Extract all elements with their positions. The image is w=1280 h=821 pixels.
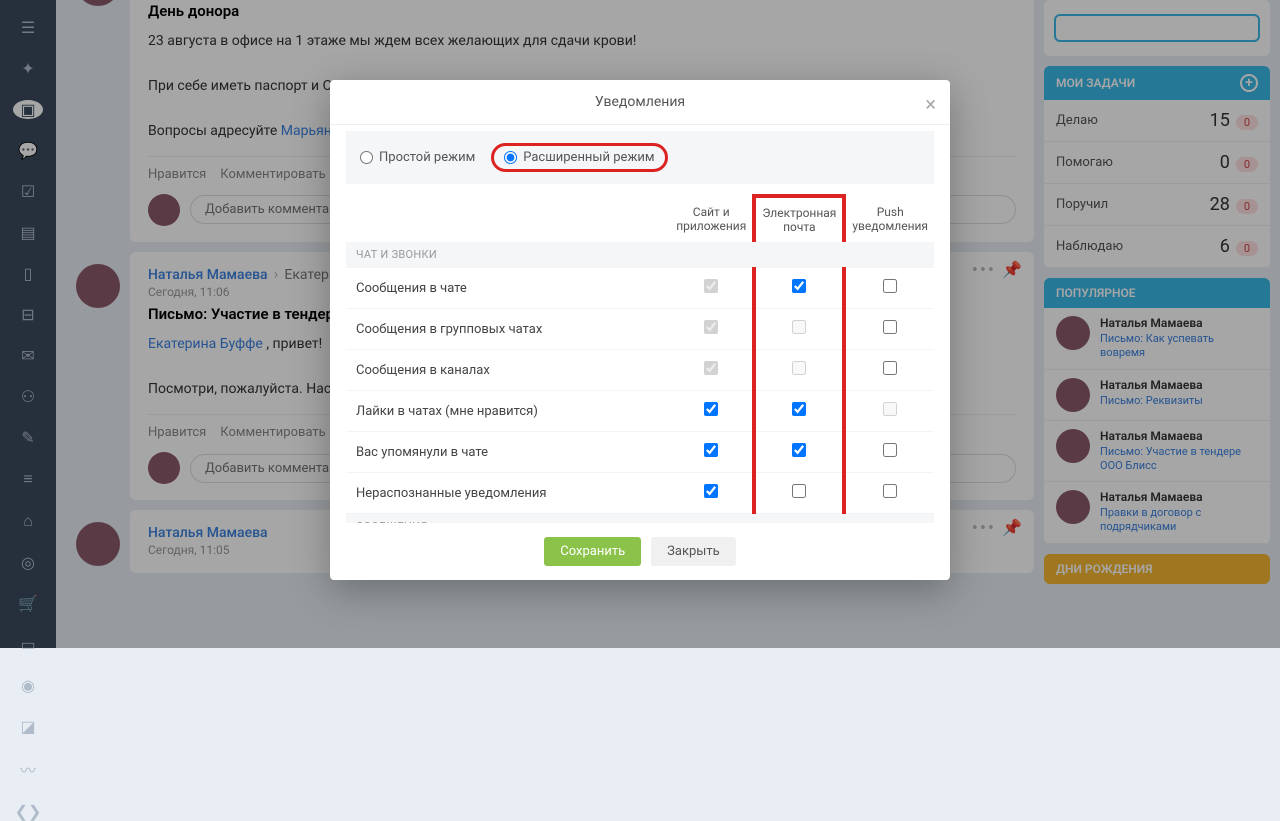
modal-title: Уведомления bbox=[595, 94, 685, 110]
table-row: Лайки в чатах (мне нравится) bbox=[346, 391, 934, 432]
wave-icon[interactable]: 〰 bbox=[17, 758, 39, 780]
row-label: Сообщения в каналах bbox=[346, 350, 670, 391]
row-label: Сообщения в групповых чатах bbox=[346, 309, 670, 350]
simple-mode-radio[interactable]: Простой режим bbox=[360, 150, 475, 165]
notify-checkbox[interactable] bbox=[704, 402, 718, 416]
notify-checkbox[interactable] bbox=[704, 443, 718, 457]
notify-checkbox bbox=[704, 361, 718, 375]
section-header: ЧАТ И ЗВОНКИ bbox=[346, 242, 934, 268]
table-row: Вас упомянули в чате bbox=[346, 432, 934, 473]
extended-mode-radio[interactable]: Расширенный режим bbox=[491, 143, 667, 172]
row-label: Сообщения в чате bbox=[346, 268, 670, 309]
row-label: Вас упомянули в чате bbox=[346, 432, 670, 473]
notifications-modal: Уведомления × Простой режим Расширенный … bbox=[330, 80, 950, 580]
notify-checkbox[interactable] bbox=[883, 443, 897, 457]
close-icon[interactable]: × bbox=[925, 92, 936, 116]
notify-checkbox[interactable] bbox=[704, 484, 718, 498]
code-icon[interactable]: ❮❯ bbox=[17, 802, 39, 821]
notify-checkbox[interactable] bbox=[792, 443, 806, 457]
notify-checkbox[interactable] bbox=[792, 279, 806, 293]
close-button[interactable]: Закрыть bbox=[651, 537, 736, 566]
table-row: Сообщения в чате bbox=[346, 268, 934, 309]
notify-checkbox bbox=[792, 361, 806, 375]
notify-checkbox[interactable] bbox=[883, 279, 897, 293]
col-site: Сайт и приложения bbox=[670, 196, 754, 242]
table-row: Сообщения в групповых чатах bbox=[346, 309, 934, 350]
notify-checkbox[interactable] bbox=[883, 320, 897, 334]
notify-checkbox bbox=[704, 279, 718, 293]
notify-checkbox[interactable] bbox=[883, 484, 897, 498]
modal-footer: Сохранить Закрыть bbox=[330, 523, 950, 580]
notify-checkbox bbox=[883, 402, 897, 416]
col-push: Push уведомления bbox=[844, 196, 934, 242]
mode-switch: Простой режим Расширенный режим bbox=[346, 131, 934, 184]
col-email: Электронная почта bbox=[754, 196, 844, 242]
save-button[interactable]: Сохранить bbox=[544, 537, 641, 566]
notify-checkbox[interactable] bbox=[792, 484, 806, 498]
notify-checkbox bbox=[792, 320, 806, 334]
table-row: Сообщения в каналах bbox=[346, 350, 934, 391]
android-icon[interactable]: ◉ bbox=[17, 676, 39, 695]
modal-body: Простой режим Расширенный режим Сайт и п… bbox=[330, 125, 950, 523]
notify-checkbox bbox=[704, 320, 718, 334]
notify-checkbox[interactable] bbox=[792, 402, 806, 416]
notify-checkbox[interactable] bbox=[883, 361, 897, 375]
row-label: Лайки в чатах (мне нравится) bbox=[346, 391, 670, 432]
notifications-table: Сайт и приложения Электронная почта Push… bbox=[346, 194, 934, 523]
modal-header: Уведомления × bbox=[330, 80, 950, 125]
table-row: Нераспознанные уведомления bbox=[346, 473, 934, 514]
row-label: Нераспознанные уведомления bbox=[346, 473, 670, 514]
box-icon[interactable]: ◪ bbox=[17, 717, 39, 736]
section-header: СООБЩЕНИЯ bbox=[346, 514, 934, 524]
